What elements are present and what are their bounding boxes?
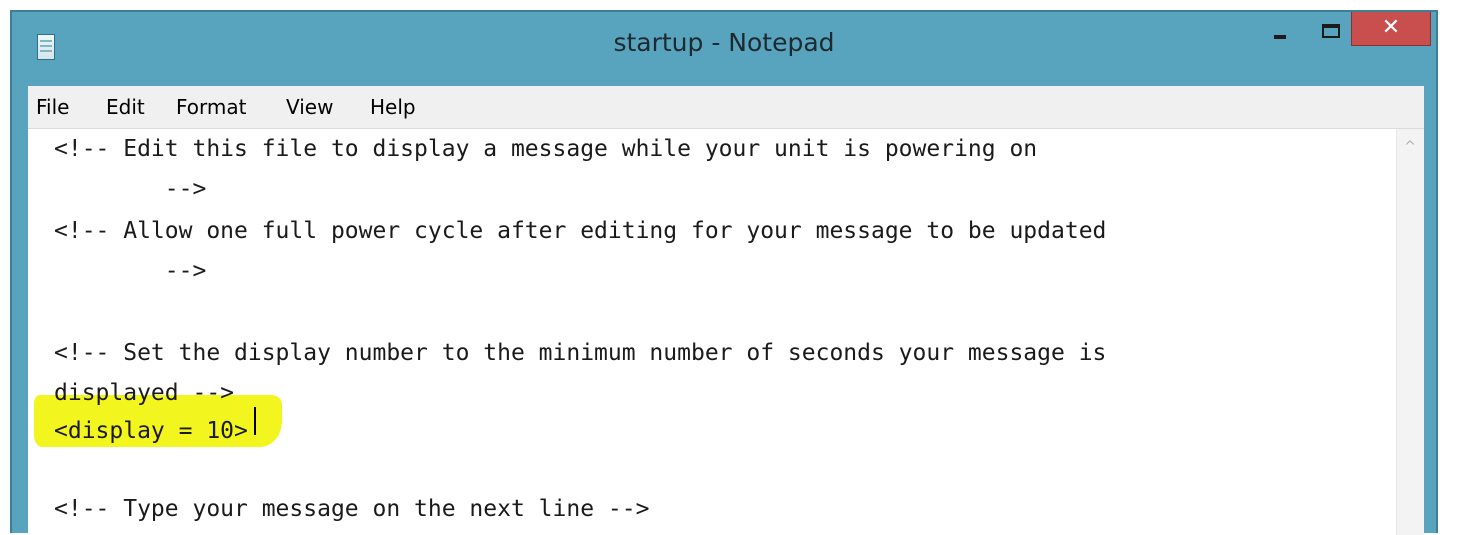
notepad-window: startup - Notepad ✕ File Edit Format Vie… [10, 10, 1438, 535]
menu-bar: File Edit Format View Help [28, 86, 1424, 128]
close-button[interactable]: ✕ [1351, 12, 1431, 46]
maximize-button[interactable] [1307, 12, 1355, 46]
editor-line-3: <!-- Allow one full power cycle after ed… [54, 218, 1107, 244]
notepad-icon[interactable] [37, 34, 55, 60]
menu-edit[interactable]: Edit [106, 95, 145, 119]
editor-line-4: --> [54, 258, 207, 284]
window-title: startup - Notepad [613, 28, 835, 57]
menu-view[interactable]: View [286, 95, 333, 119]
menu-file[interactable]: File [36, 95, 69, 119]
text-editor[interactable]: <!-- Edit this file to display a message… [28, 128, 1424, 535]
minimize-button[interactable] [1253, 12, 1307, 46]
editor-line-2: --> [54, 176, 207, 202]
editor-line-6: <!-- Set the display number to the minim… [54, 340, 1107, 366]
minimize-icon [1274, 35, 1286, 39]
maximize-icon [1322, 24, 1340, 38]
menu-format[interactable]: Format [176, 95, 246, 119]
chevron-up-icon[interactable]: ^ [1404, 140, 1416, 154]
editor-text-area[interactable]: <!-- Edit this file to display a message… [44, 131, 1384, 531]
editor-line-10: <!-- Type your message on the next line … [54, 496, 650, 522]
editor-line-8: <display = 10> [54, 418, 248, 444]
vertical-scrollbar[interactable]: ^ [1396, 129, 1424, 535]
menu-help[interactable]: Help [370, 95, 416, 119]
title-bar[interactable]: startup - Notepad ✕ [12, 12, 1436, 84]
text-cursor [254, 407, 256, 435]
close-icon: ✕ [1381, 15, 1401, 40]
editor-line-1: <!-- Edit this file to display a message… [54, 136, 1038, 162]
editor-line-7: displayed --> [54, 380, 235, 406]
